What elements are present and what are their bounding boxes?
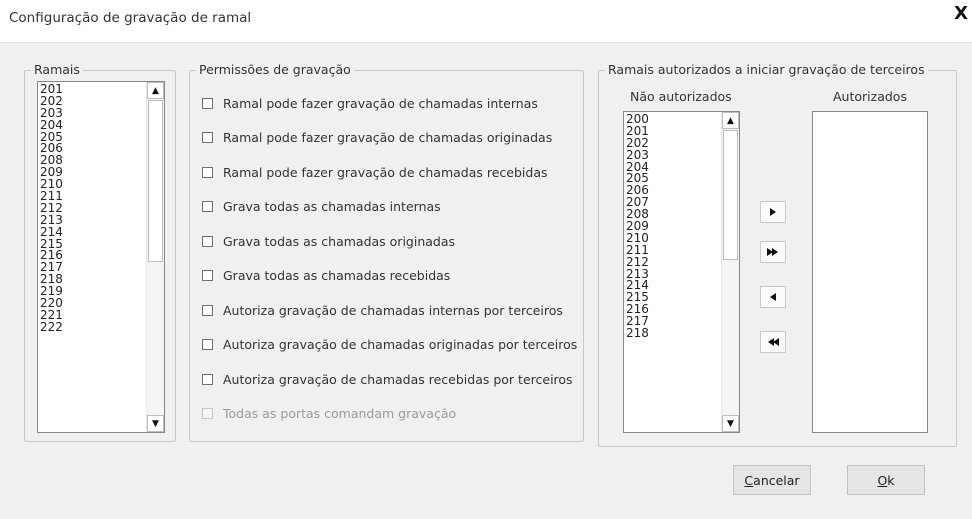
ramal-list-item[interactable]: 222 (40, 321, 63, 334)
checkbox-label: Ramal pode fazer gravação de chamadas or… (223, 130, 553, 145)
checkbox-label: Grava todas as chamadas originadas (223, 233, 456, 249)
close-icon[interactable]: X (954, 5, 968, 23)
checkbox-label: Todas as portas comandam gravação (223, 406, 457, 421)
permission-checkbox-row[interactable]: Ramal pode fazer gravação de chamadas or… (202, 130, 552, 146)
checkbox-label: Grava todas as chamadas recebidas (223, 268, 451, 283)
autorizados-label: Autorizados (833, 89, 907, 104)
permissoes-group: Permissões de gravação Ramal pode fazer … (189, 62, 584, 442)
permissoes-legend: Permissões de gravação (196, 62, 354, 77)
ok-mnemonic: O (877, 472, 888, 488)
triangle-left-icon (770, 293, 776, 301)
checkbox-label: Grava todas as chamadas internas (223, 199, 441, 214)
permission-checkbox-row[interactable]: Autoriza gravação de chamadas originadas… (202, 337, 577, 353)
scroll-thumb[interactable] (723, 130, 738, 260)
cancel-label: ancelar (753, 472, 800, 488)
triangle-right-icon (770, 208, 776, 216)
move-right-button[interactable] (760, 201, 786, 223)
cancel-button[interactable]: Cancelar (733, 465, 811, 495)
ok-label: k (887, 472, 895, 488)
permission-checkbox-row[interactable]: Grava todas as chamadas originadas (202, 233, 455, 249)
checkbox[interactable] (202, 270, 213, 281)
terceiros-legend: Ramais autorizados a iniciar gravação de… (605, 62, 928, 77)
checkbox[interactable] (202, 132, 213, 143)
checkbox-label: Autoriza gravação de chamadas originadas… (223, 337, 578, 352)
ramais-scrollbar[interactable]: ▲ ▼ (146, 82, 164, 432)
ok-button[interactable]: Ok (847, 465, 925, 495)
double-triangle-left-icon (768, 338, 779, 346)
terceiros-group: Ramais autorizados a iniciar gravação de… (598, 62, 957, 447)
checkbox-label: Autoriza gravação de chamadas internas p… (223, 302, 563, 318)
title-bar: Configuração de gravação de ramal X (0, 0, 972, 43)
checkbox-label: Ramal pode fazer gravação de chamadas in… (223, 95, 538, 111)
checkbox-label: Autoriza gravação de chamadas recebidas … (223, 371, 573, 387)
nao-autorizados-list-items: 200 201 202 203 204 205 206 207 208 209 210 211 212 2… (626, 113, 649, 340)
checkbox[interactable] (202, 97, 213, 109)
scroll-up-icon[interactable]: ▲ (147, 82, 164, 99)
scroll-down-icon[interactable]: ▼ (147, 415, 164, 432)
ramais-listbox[interactable]: 201 202 203 204 205 206 208 209 210 211 212 213 214 2… (37, 81, 165, 433)
ramais-group: Ramais 201 202 203 204 205 206 208 209 210 211 212… (24, 62, 176, 442)
checkbox[interactable] (202, 304, 213, 316)
checkbox[interactable] (202, 201, 213, 212)
move-left-button[interactable] (760, 286, 786, 308)
nao-autorizado-list-item[interactable]: 218 (626, 327, 649, 340)
scroll-up-icon[interactable]: ▲ (722, 112, 739, 129)
checkbox[interactable] (202, 339, 213, 350)
permission-checkbox-row: Todas as portas comandam gravação (202, 406, 456, 422)
checkbox[interactable] (202, 235, 213, 247)
permission-checkbox-row[interactable]: Autoriza gravação de chamadas recebidas … (202, 371, 573, 387)
permission-checkbox-row[interactable]: Grava todas as chamadas recebidas (202, 268, 450, 284)
permission-checkbox-row[interactable]: Ramal pode fazer gravação de chamadas in… (202, 95, 538, 111)
move-all-right-button[interactable] (760, 241, 786, 263)
nao-autorizados-scrollbar[interactable]: ▲ ▼ (721, 112, 739, 432)
permission-checkbox-row[interactable]: Autoriza gravação de chamadas internas p… (202, 302, 563, 318)
window-title: Configuração de gravação de ramal (9, 10, 252, 26)
double-triangle-right-icon (767, 248, 778, 256)
cancel-mnemonic: C (744, 472, 754, 488)
checkbox (202, 408, 213, 419)
ramais-list-items: 201 202 203 204 205 206 208 209 210 211 212 213 214 2… (40, 83, 63, 334)
permission-checkbox-row[interactable]: Grava todas as chamadas internas (202, 199, 441, 215)
checkbox[interactable] (202, 373, 213, 385)
nao-autorizados-listbox[interactable]: 200 201 202 203 204 205 206 207 208 209 210 211 212 2… (623, 111, 740, 433)
checkbox-label: Ramal pode fazer gravação de chamadas re… (223, 164, 548, 180)
scroll-down-icon[interactable]: ▼ (722, 415, 739, 432)
ramais-legend: Ramais (31, 62, 83, 77)
move-all-left-button[interactable] (760, 331, 786, 353)
scroll-thumb[interactable] (148, 100, 163, 262)
autorizados-listbox[interactable] (812, 111, 928, 433)
nao-autorizados-label: Não autorizados (630, 89, 732, 104)
checkbox[interactable] (202, 166, 213, 178)
permission-checkbox-row[interactable]: Ramal pode fazer gravação de chamadas re… (202, 164, 548, 180)
